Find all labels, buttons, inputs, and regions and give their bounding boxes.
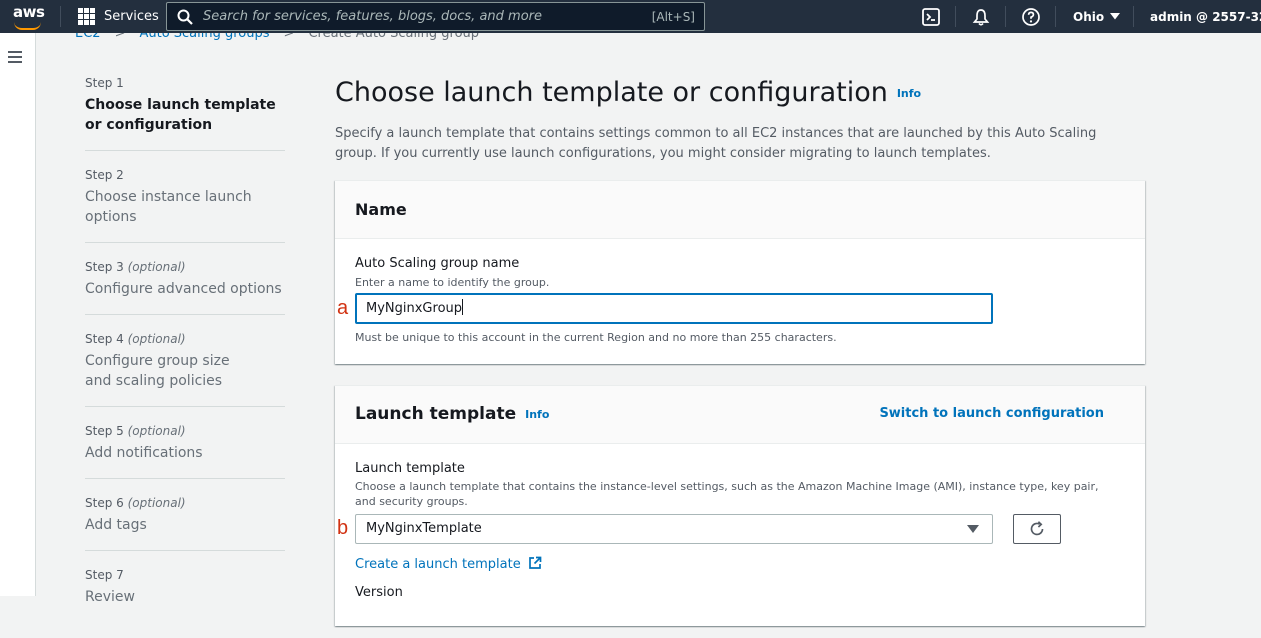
step-label: Choose instance launch options [85,189,252,225]
panel-header: Name [335,181,1145,239]
optional-tag: (optional) [127,332,186,346]
divider [955,6,956,27]
search-shortcut: [Alt+S] [651,9,695,24]
info-link[interactable]: Info [525,408,549,421]
step-label: Choose launch template or configuration [85,97,276,133]
launch-template-panel: Launch template Info Switch to launch con… [335,385,1145,626]
wizard-step-6[interactable]: Step 6 (optional) Add tags [85,495,285,551]
services-label: Services [104,9,159,24]
divider [60,6,61,27]
panel-title: Launch template Info [355,404,550,424]
divider [1005,6,1006,27]
cloudshell-icon[interactable] [921,7,941,27]
version-label: Version [355,585,403,600]
account-menu[interactable]: admin @ 2557-3201 [1150,0,1261,33]
field-label: Launch template [355,461,465,476]
selected-value: MyNginxTemplate [366,521,482,536]
panel-body: Launch template Choose a launch template… [335,444,1145,626]
main-content: Choose launch template or configuration I… [335,76,1145,626]
aws-logo-text: aws [13,3,45,21]
step-number: Step 4 (optional) [85,332,186,346]
search-bar[interactable]: [Alt+S] [166,2,705,31]
step-number: Step 7 [85,568,124,582]
step-label: Review [85,589,135,605]
region-label: Ohio [1073,9,1105,24]
panel-title: Name [355,200,407,219]
step-label: Add notifications [85,445,203,461]
region-selector[interactable]: Ohio [1073,0,1121,33]
step-number: Step 3 (optional) [85,260,186,274]
refresh-button[interactable] [1013,514,1061,544]
field-label: Auto Scaling group name [355,256,520,271]
menu-icon[interactable] [8,51,22,63]
top-navigation: aws Services [Alt+S] Ohio admin @ 2557-3… [0,0,1261,33]
wizard-step-3[interactable]: Step 3 (optional) Configure advanced opt… [85,259,285,315]
aws-smile-icon [14,22,41,30]
page-description: Specify a launch template that contains … [335,126,1097,161]
wizard-step-4[interactable]: Step 4 (optional) Configure group size a… [85,331,285,407]
field-description: Choose a launch template that contains t… [355,480,1099,508]
optional-tag: (optional) [127,424,186,438]
field-constraint: Must be unique to this account in the cu… [355,331,837,344]
step-label: Add tags [85,517,147,533]
wizard-step-2[interactable]: Step 2 Choose instance launch options [85,167,285,243]
account-label: admin @ 2557-3201 [1150,9,1261,24]
aws-logo[interactable]: aws [13,3,45,30]
step-number: Step 2 [85,168,124,182]
bell-icon[interactable] [971,7,991,27]
text-caret [462,299,464,315]
search-icon [177,9,193,25]
refresh-icon [1030,521,1044,536]
create-launch-template-link[interactable]: Create a launch template [355,556,542,572]
wizard-step-5[interactable]: Step 5 (optional) Add notifications [85,423,285,479]
divider [1055,6,1056,27]
step-number: Step 5 (optional) [85,424,186,438]
side-navigation-collapsed [0,33,36,596]
optional-tag: (optional) [127,496,186,510]
wizard-step-7[interactable]: Step 7 Review [85,567,285,622]
step-label: Configure advanced options [85,281,282,297]
panel-header: Launch template Info Switch to launch con… [335,386,1145,444]
help-icon[interactable] [1021,7,1041,27]
caret-down-icon [1110,13,1121,20]
grid-icon [78,8,95,25]
annotation-b: b [337,517,349,539]
panel-body: Auto Scaling group name Enter a name to … [335,239,1145,364]
launch-template-select[interactable]: MyNginxTemplate [355,514,993,544]
switch-to-launch-configuration-link[interactable]: Switch to launch configuration [879,406,1104,421]
optional-tag: (optional) [127,260,186,274]
step-number: Step 6 (optional) [85,496,186,510]
divider [1133,6,1134,27]
auto-scaling-group-name-input[interactable]: MyNginxGroup [355,293,993,324]
step-label: Configure group size and scaling policie… [85,353,230,389]
search-input[interactable] [201,8,625,25]
page-title: Choose launch template or configuration I… [335,77,922,108]
wizard-step-1: Step 1 Choose launch template or configu… [85,75,285,151]
input-value: MyNginxGroup [366,301,463,316]
external-link-icon [528,556,542,569]
step-number: Step 1 [85,76,124,90]
caret-down-icon [967,525,979,533]
services-menu-button[interactable]: Services [78,0,159,33]
wizard-steps: Step 1 Choose launch template or configu… [85,75,285,638]
info-link[interactable]: Info [897,87,921,100]
annotation-a: a [337,297,349,319]
field-description: Enter a name to identify the group. [355,276,550,289]
name-panel: Name Auto Scaling group name Enter a nam… [335,180,1145,364]
